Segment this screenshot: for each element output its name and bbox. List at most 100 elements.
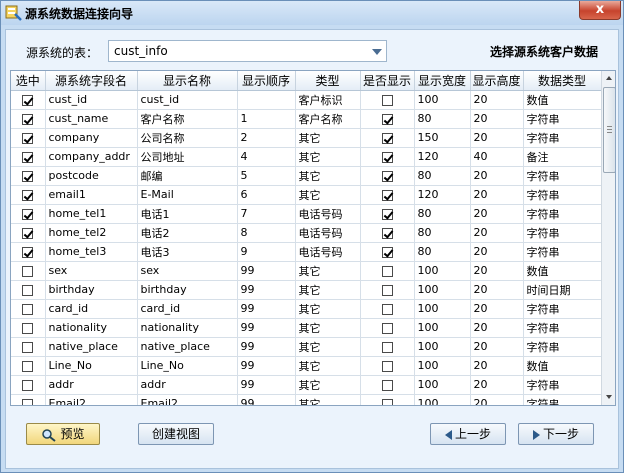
scroll-down-icon[interactable] bbox=[602, 390, 615, 405]
cell-height[interactable]: 20 bbox=[470, 318, 524, 338]
select-checkbox[interactable] bbox=[22, 303, 34, 315]
select-checkbox[interactable] bbox=[22, 151, 34, 163]
cell-height[interactable]: 40 bbox=[470, 147, 524, 167]
cell-height[interactable]: 20 bbox=[470, 90, 524, 110]
cell-order[interactable]: 4 bbox=[237, 147, 296, 167]
select-checkbox[interactable] bbox=[22, 246, 34, 258]
source-table-select[interactable]: cust_info bbox=[108, 40, 387, 62]
table-row[interactable]: Email2 Email2 99 其它 100 20 字符串 bbox=[11, 394, 602, 405]
cell-height[interactable]: 20 bbox=[470, 128, 524, 148]
cell-type[interactable]: 其它 bbox=[295, 147, 361, 167]
col-header-type[interactable]: 类型 bbox=[295, 71, 361, 91]
cell-type[interactable]: 电话号码 bbox=[295, 242, 361, 262]
cell-order[interactable]: 5 bbox=[237, 166, 296, 186]
cell-height[interactable]: 20 bbox=[470, 299, 524, 319]
show-checkbox[interactable] bbox=[381, 132, 393, 144]
cell-field[interactable]: cust_name bbox=[45, 109, 138, 129]
cell-display[interactable]: Email2 bbox=[137, 394, 238, 405]
show-checkbox[interactable] bbox=[381, 360, 393, 372]
cell-height[interactable]: 20 bbox=[470, 261, 524, 281]
cell-height[interactable]: 20 bbox=[470, 109, 524, 129]
cell-width[interactable]: 120 bbox=[414, 147, 471, 167]
cell-field[interactable]: email1 bbox=[45, 185, 138, 205]
cell-order[interactable]: 8 bbox=[237, 223, 296, 243]
cell-type[interactable]: 其它 bbox=[295, 185, 361, 205]
cell-dtype[interactable]: 字符串 bbox=[523, 166, 602, 186]
cell-width[interactable]: 80 bbox=[414, 166, 471, 186]
col-header-display-name[interactable]: 显示名称 bbox=[137, 71, 238, 91]
cell-height[interactable]: 20 bbox=[470, 166, 524, 186]
cell-dtype[interactable]: 数值 bbox=[523, 90, 602, 110]
cell-order[interactable]: 99 bbox=[237, 394, 296, 405]
table-row[interactable]: cust_id cust_id 客户标识 100 20 数值 bbox=[11, 90, 602, 110]
cell-display[interactable]: sex bbox=[137, 261, 238, 281]
cell-order[interactable]: 99 bbox=[237, 280, 296, 300]
cell-width[interactable]: 100 bbox=[414, 280, 471, 300]
cell-field[interactable]: sex bbox=[45, 261, 138, 281]
cell-type[interactable]: 电话号码 bbox=[295, 223, 361, 243]
cell-type[interactable]: 其它 bbox=[295, 261, 361, 281]
close-button[interactable]: x bbox=[579, 1, 621, 20]
cell-field[interactable]: Email2 bbox=[45, 394, 138, 405]
cell-field[interactable]: home_tel3 bbox=[45, 242, 138, 262]
cell-dtype[interactable]: 字符串 bbox=[523, 375, 602, 395]
col-header-height[interactable]: 显示高度 bbox=[470, 71, 524, 91]
select-checkbox[interactable] bbox=[22, 189, 34, 201]
cell-width[interactable]: 100 bbox=[414, 356, 471, 376]
cell-dtype[interactable]: 字符串 bbox=[523, 128, 602, 148]
cell-dtype[interactable]: 字符串 bbox=[523, 204, 602, 224]
show-checkbox[interactable] bbox=[381, 246, 393, 258]
cell-dtype[interactable]: 字符串 bbox=[523, 223, 602, 243]
next-button[interactable]: 下一步 bbox=[518, 423, 594, 445]
cell-width[interactable]: 150 bbox=[414, 128, 471, 148]
cell-dtype[interactable]: 字符串 bbox=[523, 299, 602, 319]
show-checkbox[interactable] bbox=[381, 151, 393, 163]
cell-width[interactable]: 100 bbox=[414, 394, 471, 405]
cell-display[interactable]: nationality bbox=[137, 318, 238, 338]
col-header-selected[interactable]: 选中 bbox=[11, 71, 46, 91]
cell-width[interactable]: 80 bbox=[414, 204, 471, 224]
select-checkbox[interactable] bbox=[22, 94, 34, 106]
cell-width[interactable]: 100 bbox=[414, 299, 471, 319]
col-header-show[interactable]: 是否显示 bbox=[360, 71, 415, 91]
create-view-button[interactable]: 创建视图 bbox=[138, 423, 214, 445]
table-row[interactable]: postcode 邮编 5 其它 80 20 字符串 bbox=[11, 166, 602, 186]
select-checkbox[interactable] bbox=[22, 322, 34, 334]
cell-width[interactable]: 100 bbox=[414, 90, 471, 110]
previous-button[interactable]: 上一步 bbox=[430, 423, 506, 445]
cell-field[interactable]: card_id bbox=[45, 299, 138, 319]
cell-type[interactable]: 其它 bbox=[295, 299, 361, 319]
cell-display[interactable]: Line_No bbox=[137, 356, 238, 376]
show-checkbox[interactable] bbox=[381, 227, 393, 239]
cell-height[interactable]: 20 bbox=[470, 242, 524, 262]
cell-dtype[interactable]: 字符串 bbox=[523, 337, 602, 357]
cell-type[interactable]: 其它 bbox=[295, 375, 361, 395]
cell-display[interactable]: 电话1 bbox=[137, 204, 238, 224]
cell-field[interactable]: nationality bbox=[45, 318, 138, 338]
show-checkbox[interactable] bbox=[381, 398, 393, 405]
show-checkbox[interactable] bbox=[381, 208, 393, 220]
table-row[interactable]: addr addr 99 其它 100 20 字符串 bbox=[11, 375, 602, 395]
cell-width[interactable]: 100 bbox=[414, 261, 471, 281]
vertical-scrollbar[interactable] bbox=[601, 71, 615, 405]
show-checkbox[interactable] bbox=[381, 322, 393, 334]
show-checkbox[interactable] bbox=[381, 189, 393, 201]
table-row[interactable]: cust_name 客户名称 1 客户名称 80 20 字符串 bbox=[11, 109, 602, 129]
cell-dtype[interactable]: 时间日期 bbox=[523, 280, 602, 300]
scroll-up-icon[interactable] bbox=[602, 71, 615, 86]
cell-type[interactable]: 其它 bbox=[295, 280, 361, 300]
show-checkbox[interactable] bbox=[381, 94, 393, 106]
scroll-thumb[interactable] bbox=[603, 87, 615, 173]
cell-display[interactable]: 公司地址 bbox=[137, 147, 238, 167]
show-checkbox[interactable] bbox=[381, 341, 393, 353]
cell-order[interactable] bbox=[237, 90, 296, 110]
table-row[interactable]: company_addr 公司地址 4 其它 120 40 备注 bbox=[11, 147, 602, 167]
cell-order[interactable]: 7 bbox=[237, 204, 296, 224]
cell-field[interactable]: birthday bbox=[45, 280, 138, 300]
cell-type[interactable]: 其它 bbox=[295, 128, 361, 148]
select-checkbox[interactable] bbox=[22, 341, 34, 353]
cell-type[interactable]: 电话号码 bbox=[295, 204, 361, 224]
cell-field[interactable]: company_addr bbox=[45, 147, 138, 167]
select-checkbox[interactable] bbox=[22, 379, 34, 391]
cell-width[interactable]: 100 bbox=[414, 318, 471, 338]
